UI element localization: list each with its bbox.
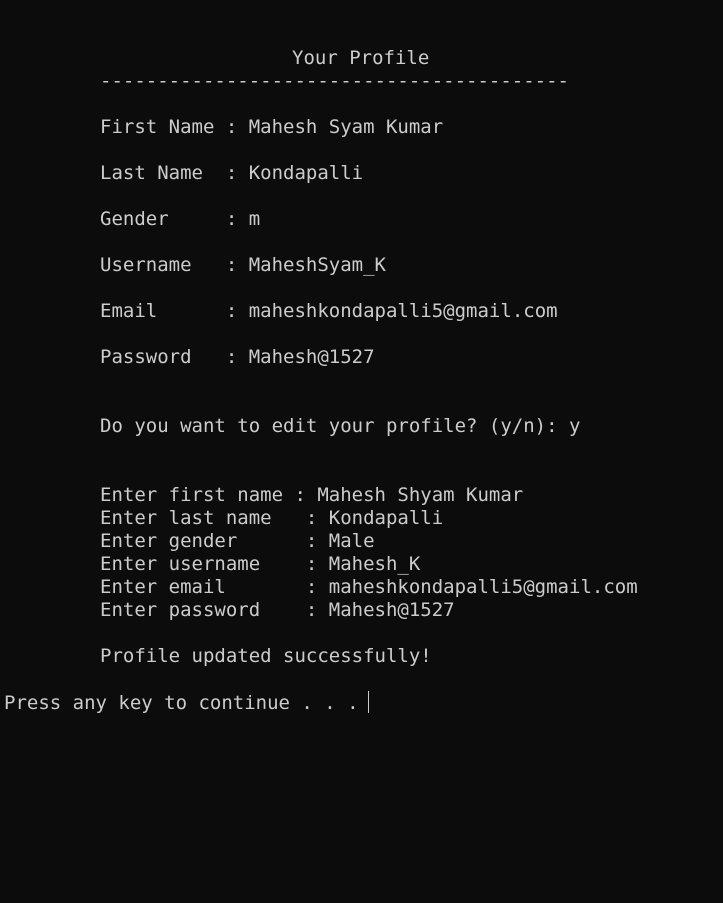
- input-value: Mahesh@1527: [328, 599, 455, 621]
- edit-input-username: Enter username : Mahesh_K: [100, 553, 420, 576]
- profile-divider: ----------------------------------------…: [100, 70, 569, 92]
- field-label: Last Name :: [100, 162, 249, 184]
- input-label: Enter email :: [100, 576, 329, 598]
- field-value: MaheshSyam_K: [248, 254, 386, 276]
- console-window[interactable]: Your Profile ---------------------------…: [0, 0, 723, 903]
- input-value: maheshkondapalli5@gmail.com: [328, 576, 638, 598]
- field-label: First Name :: [100, 116, 249, 138]
- profile-title: Your Profile: [292, 47, 430, 69]
- field-value: Mahesh@1527: [248, 346, 375, 368]
- profile-row-password: Password : Mahesh@1527: [100, 346, 375, 369]
- field-value: m: [248, 208, 261, 230]
- edit-prompt-answer: y: [569, 415, 581, 437]
- edit-input-gender: Enter gender : Male: [100, 530, 375, 553]
- continue-prompt-text: Press any key to continue . . .: [4, 692, 359, 714]
- profile-row-username: Username : MaheshSyam_K: [100, 254, 386, 277]
- success-message: Profile updated successfully!: [100, 645, 432, 667]
- profile-row-first-name: First Name : Mahesh Syam Kumar: [100, 116, 443, 139]
- input-label: Enter last name :: [100, 507, 329, 529]
- input-value: Mahesh Shyam Kumar: [317, 484, 524, 506]
- input-label: Enter username :: [100, 553, 329, 575]
- input-label: Enter gender :: [100, 530, 329, 552]
- field-label: Gender :: [100, 208, 249, 230]
- profile-row-gender: Gender : m: [100, 208, 260, 231]
- profile-row-last-name: Last Name : Kondapalli: [100, 162, 363, 185]
- field-label: Password :: [100, 346, 249, 368]
- edit-input-password: Enter password : Mahesh@1527: [100, 599, 455, 622]
- input-value: Kondapalli: [328, 507, 444, 529]
- field-label: Username :: [100, 254, 249, 276]
- edit-input-email: Enter email : maheshkondapalli5@gmail.co…: [100, 576, 638, 599]
- field-label: Email :: [100, 300, 249, 322]
- input-label: Enter password :: [100, 599, 329, 621]
- input-value: Mahesh_K: [328, 553, 421, 575]
- edit-prompt: Do you want to edit your profile? (y/n):…: [100, 415, 580, 438]
- field-value: Mahesh Syam Kumar: [248, 116, 444, 138]
- field-value: maheshkondapalli5@gmail.com: [248, 300, 558, 322]
- edit-input-first-name: Enter first name : Mahesh Shyam Kumar: [100, 484, 523, 507]
- input-value: Male: [328, 530, 375, 552]
- input-label: Enter first name :: [100, 484, 318, 506]
- continue-prompt[interactable]: Press any key to continue . . .: [4, 691, 369, 714]
- edit-input-last-name: Enter last name : Kondapalli: [100, 507, 443, 530]
- field-value: Kondapalli: [248, 162, 364, 184]
- edit-prompt-question: Do you want to edit your profile? (y/n):: [100, 415, 569, 437]
- profile-row-email: Email : maheshkondapalli5@gmail.com: [100, 300, 558, 323]
- text-cursor: [367, 691, 369, 713]
